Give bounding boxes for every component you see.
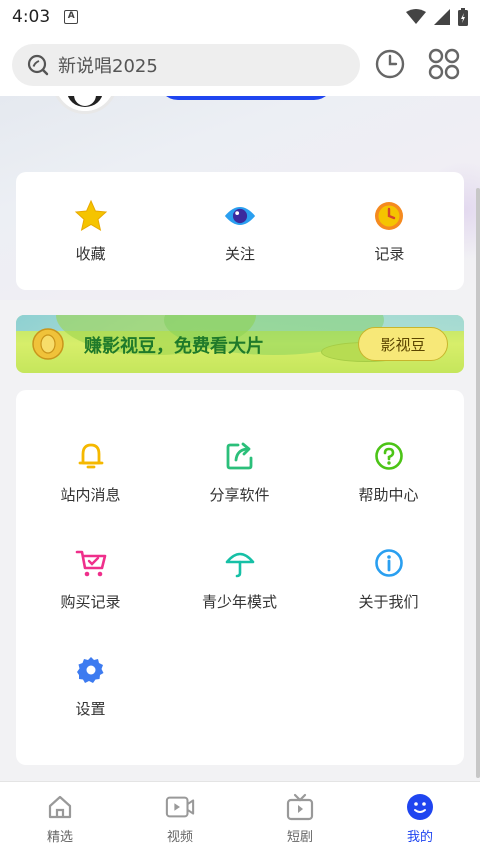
star-icon [74, 199, 108, 233]
nav-tab-me[interactable]: 我的 [360, 782, 480, 853]
wifi-icon [406, 9, 426, 24]
tv-icon [285, 792, 315, 822]
nav-label: 视频 [166, 830, 193, 845]
nav-label: 短剧 [286, 830, 313, 845]
tool-label: 青少年模式 [201, 593, 277, 611]
status-time: 4:03 [12, 7, 51, 27]
status-bar: 4:03 A [0, 0, 480, 34]
history-button[interactable] [372, 46, 408, 82]
scrollbar[interactable] [476, 188, 480, 778]
nav-label: 我的 [406, 830, 433, 845]
bell-icon [75, 440, 107, 472]
search-bar[interactable]: 新说唱2025 [12, 44, 360, 86]
apps-grid-icon [428, 48, 460, 80]
quick-item-following[interactable]: 关注 [165, 172, 314, 290]
tool-label: 分享软件 [209, 486, 270, 504]
eye-icon [223, 199, 257, 233]
promo-banner[interactable]: 赚影视豆，免费看大片 影视豆 [16, 315, 464, 373]
tool-label: 关于我们 [358, 593, 419, 611]
tools-card: 站内消息 分享软件 帮助中心 购买记录 青少年模式 关于我们 设置 [16, 390, 464, 765]
coin-icon [32, 328, 64, 360]
top-header: 新说唱2025 [0, 34, 480, 96]
status-indicators [406, 8, 468, 26]
share-icon [224, 440, 256, 472]
help-icon [373, 440, 405, 472]
quick-actions-card: 收藏 关注 记录 [16, 172, 464, 290]
quick-item-favorites[interactable]: 收藏 [16, 172, 165, 290]
clock-icon [372, 199, 406, 233]
tool-help[interactable]: 帮助中心 [314, 440, 463, 520]
tool-settings[interactable]: 设置 [16, 654, 165, 734]
quick-item-history[interactable]: 记录 [315, 172, 464, 290]
search-icon [27, 54, 49, 76]
info-icon [373, 547, 405, 579]
tool-purchases[interactable]: 购买记录 [16, 547, 165, 627]
umbrella-icon [224, 547, 256, 579]
tool-label: 购买记录 [60, 593, 121, 611]
banner-button[interactable]: 影视豆 [358, 327, 448, 361]
nav-label: 精选 [46, 830, 73, 845]
signal-icon [434, 9, 450, 25]
tool-messages[interactable]: 站内消息 [16, 440, 165, 520]
quick-item-label: 记录 [374, 244, 405, 263]
tool-label: 帮助中心 [358, 486, 419, 504]
battery-icon [458, 8, 468, 26]
tool-about[interactable]: 关于我们 [314, 547, 463, 627]
nav-tab-featured[interactable]: 精选 [0, 782, 120, 853]
cart-icon [75, 547, 107, 579]
bottom-nav: 精选 视频 短剧 我的 [0, 781, 480, 853]
home-icon [45, 792, 75, 822]
tool-label: 设置 [75, 700, 106, 718]
settings-gear-icon [75, 654, 107, 686]
tool-teen-mode[interactable]: 青少年模式 [165, 547, 314, 627]
apps-button[interactable] [426, 46, 462, 82]
quick-item-label: 关注 [224, 244, 255, 263]
tool-share[interactable]: 分享软件 [165, 440, 314, 520]
tool-label: 站内消息 [60, 486, 121, 504]
search-placeholder: 新说唱2025 [58, 56, 158, 77]
profile-face-icon [405, 792, 435, 822]
history-clock-icon [375, 49, 405, 79]
video-icon [165, 792, 195, 822]
nav-tab-video[interactable]: 视频 [120, 782, 240, 853]
quick-item-label: 收藏 [75, 244, 106, 263]
banner-text: 赚影视豆，免费看大片 [84, 336, 264, 357]
notification-icon: A [64, 10, 79, 24]
nav-tab-short-drama[interactable]: 短剧 [240, 782, 360, 853]
